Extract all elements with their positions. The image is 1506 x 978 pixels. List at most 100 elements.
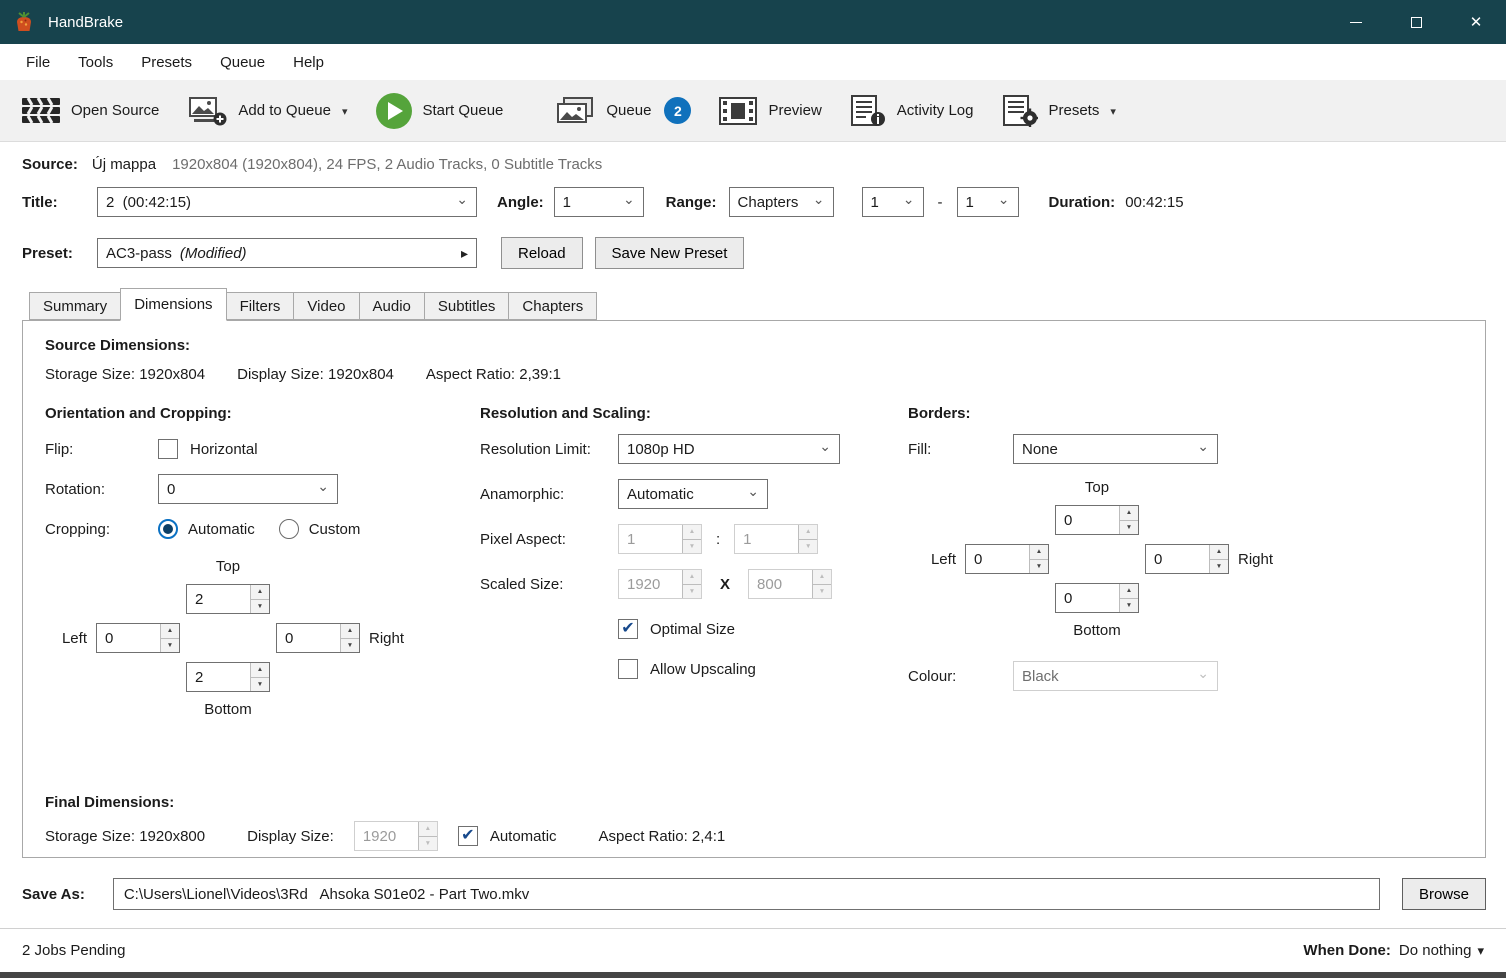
border-top-stepper[interactable]: 0 bbox=[1055, 505, 1139, 535]
resolution-limit-select[interactable]: 1080p HD bbox=[618, 434, 840, 464]
browse-button[interactable]: Browse bbox=[1402, 878, 1486, 910]
presets-button[interactable]: Presets bbox=[988, 85, 1130, 137]
save-as-input[interactable] bbox=[113, 878, 1380, 910]
decrement-icon[interactable] bbox=[683, 539, 701, 554]
increment-icon[interactable] bbox=[813, 570, 831, 584]
cropping-automatic-radio[interactable] bbox=[158, 519, 178, 539]
display-size-value: Display Size: 1920x804 bbox=[237, 366, 394, 383]
increment-icon[interactable] bbox=[251, 585, 269, 599]
maximize-button[interactable] bbox=[1386, 0, 1446, 44]
scaled-width-stepper[interactable]: 1920 bbox=[618, 569, 702, 599]
angle-select[interactable]: 1 bbox=[554, 187, 644, 217]
tab-chapters[interactable]: Chapters bbox=[508, 292, 597, 320]
preview-button[interactable]: Preview bbox=[705, 85, 835, 137]
decrement-icon[interactable] bbox=[813, 584, 831, 599]
crop-left-stepper[interactable]: 0 bbox=[96, 623, 180, 653]
increment-icon[interactable] bbox=[1030, 545, 1048, 559]
activity-log-button[interactable]: Activity Log bbox=[836, 85, 988, 137]
when-done-select[interactable]: Do nothing bbox=[1399, 942, 1484, 959]
allow-upscaling-label: Allow Upscaling bbox=[650, 661, 756, 678]
range-start-select[interactable]: 1 bbox=[862, 187, 924, 217]
open-source-button[interactable]: Open Source bbox=[8, 85, 173, 137]
menu-help[interactable]: Help bbox=[279, 44, 338, 80]
menu-presets[interactable]: Presets bbox=[127, 44, 206, 80]
add-to-queue-button[interactable]: Add to Queue bbox=[173, 85, 361, 137]
optimal-size-checkbox[interactable] bbox=[618, 619, 638, 639]
crop-right-stepper[interactable]: 0 bbox=[276, 623, 360, 653]
increment-icon[interactable] bbox=[799, 525, 817, 539]
source-details: 1920x804 (1920x804), 24 FPS, 2 Audio Tra… bbox=[172, 156, 602, 173]
decrement-icon[interactable] bbox=[1030, 559, 1048, 574]
allow-upscaling-checkbox[interactable] bbox=[618, 659, 638, 679]
increment-icon[interactable] bbox=[161, 624, 179, 638]
source-label: Source: bbox=[22, 156, 78, 173]
increment-icon[interactable] bbox=[341, 624, 359, 638]
border-left-stepper[interactable]: 0 bbox=[965, 544, 1049, 574]
increment-icon[interactable] bbox=[683, 570, 701, 584]
menu-queue[interactable]: Queue bbox=[206, 44, 279, 80]
decrement-icon[interactable] bbox=[161, 638, 179, 653]
increment-icon[interactable] bbox=[1120, 584, 1138, 598]
reload-button[interactable]: Reload bbox=[501, 237, 583, 269]
start-queue-button[interactable]: Start Queue bbox=[362, 85, 518, 137]
pixel-aspect-x-stepper[interactable]: 1 bbox=[618, 524, 702, 554]
pixel-aspect-separator: : bbox=[716, 531, 720, 548]
fill-select[interactable]: None bbox=[1013, 434, 1218, 464]
minimize-button[interactable] bbox=[1326, 0, 1386, 44]
menu-tools[interactable]: Tools bbox=[64, 44, 127, 80]
chevron-down-icon bbox=[1197, 675, 1209, 677]
tab-filters[interactable]: Filters bbox=[226, 292, 295, 320]
rotation-select[interactable]: 0 bbox=[158, 474, 338, 504]
decrement-icon[interactable] bbox=[1210, 559, 1228, 574]
decrement-icon[interactable] bbox=[1120, 520, 1138, 535]
border-bottom-label: Bottom bbox=[1073, 622, 1121, 639]
range-type-select[interactable]: Chapters bbox=[729, 187, 834, 217]
border-bottom-stepper[interactable]: 0 bbox=[1055, 583, 1139, 613]
range-label: Range: bbox=[666, 194, 717, 211]
decrement-icon[interactable] bbox=[1120, 598, 1138, 613]
borders-heading: Borders: bbox=[908, 405, 1465, 422]
decrement-icon[interactable] bbox=[251, 599, 269, 614]
crop-top-stepper[interactable]: 2 bbox=[186, 584, 270, 614]
queue-button[interactable]: Queue 2 bbox=[541, 85, 705, 137]
tab-summary[interactable]: Summary bbox=[29, 292, 121, 320]
flip-horizontal-checkbox[interactable] bbox=[158, 439, 178, 459]
increment-icon[interactable] bbox=[1210, 545, 1228, 559]
anamorphic-select[interactable]: Automatic bbox=[618, 479, 768, 509]
display-size-stepper[interactable]: 1920 bbox=[354, 821, 438, 851]
tab-subtitles[interactable]: Subtitles bbox=[424, 292, 510, 320]
chevron-down-icon bbox=[342, 102, 348, 119]
crop-bottom-stepper[interactable]: 2 bbox=[186, 662, 270, 692]
preset-select[interactable]: AC3-pass (Modified) bbox=[97, 238, 477, 268]
pixel-aspect-y-stepper[interactable]: 1 bbox=[734, 524, 818, 554]
tab-dimensions[interactable]: Dimensions bbox=[120, 288, 226, 321]
decrement-icon[interactable] bbox=[419, 836, 437, 851]
save-new-preset-button[interactable]: Save New Preset bbox=[595, 237, 745, 269]
increment-icon[interactable] bbox=[251, 663, 269, 677]
preview-icon bbox=[719, 97, 757, 125]
allow-upscaling-row: Allow Upscaling bbox=[618, 654, 908, 684]
border-left-label: Left bbox=[931, 551, 964, 568]
range-end-select[interactable]: 1 bbox=[957, 187, 1019, 217]
tab-audio[interactable]: Audio bbox=[359, 292, 425, 320]
flip-horizontal-label: Horizontal bbox=[190, 441, 258, 458]
scaled-height-stepper[interactable]: 800 bbox=[748, 569, 832, 599]
close-button[interactable] bbox=[1446, 0, 1506, 44]
increment-icon[interactable] bbox=[1120, 506, 1138, 520]
tab-video[interactable]: Video bbox=[293, 292, 359, 320]
title-select[interactable]: 2 (00:42:15) bbox=[97, 187, 477, 217]
pixel-aspect-label: Pixel Aspect: bbox=[480, 531, 618, 548]
source-dimensions-info: Storage Size: 1920x804 Display Size: 192… bbox=[45, 366, 1465, 383]
decrement-icon[interactable] bbox=[251, 677, 269, 692]
colour-select[interactable]: Black bbox=[1013, 661, 1218, 691]
increment-icon[interactable] bbox=[419, 822, 437, 836]
decrement-icon[interactable] bbox=[683, 584, 701, 599]
decrement-icon[interactable] bbox=[799, 539, 817, 554]
pixel-aspect-row: Pixel Aspect: 1 : 1 bbox=[480, 524, 908, 554]
automatic-final-checkbox[interactable] bbox=[458, 826, 478, 846]
decrement-icon[interactable] bbox=[341, 638, 359, 653]
increment-icon[interactable] bbox=[683, 525, 701, 539]
menu-file[interactable]: File bbox=[12, 44, 64, 80]
border-right-stepper[interactable]: 0 bbox=[1145, 544, 1229, 574]
cropping-custom-radio[interactable] bbox=[279, 519, 299, 539]
